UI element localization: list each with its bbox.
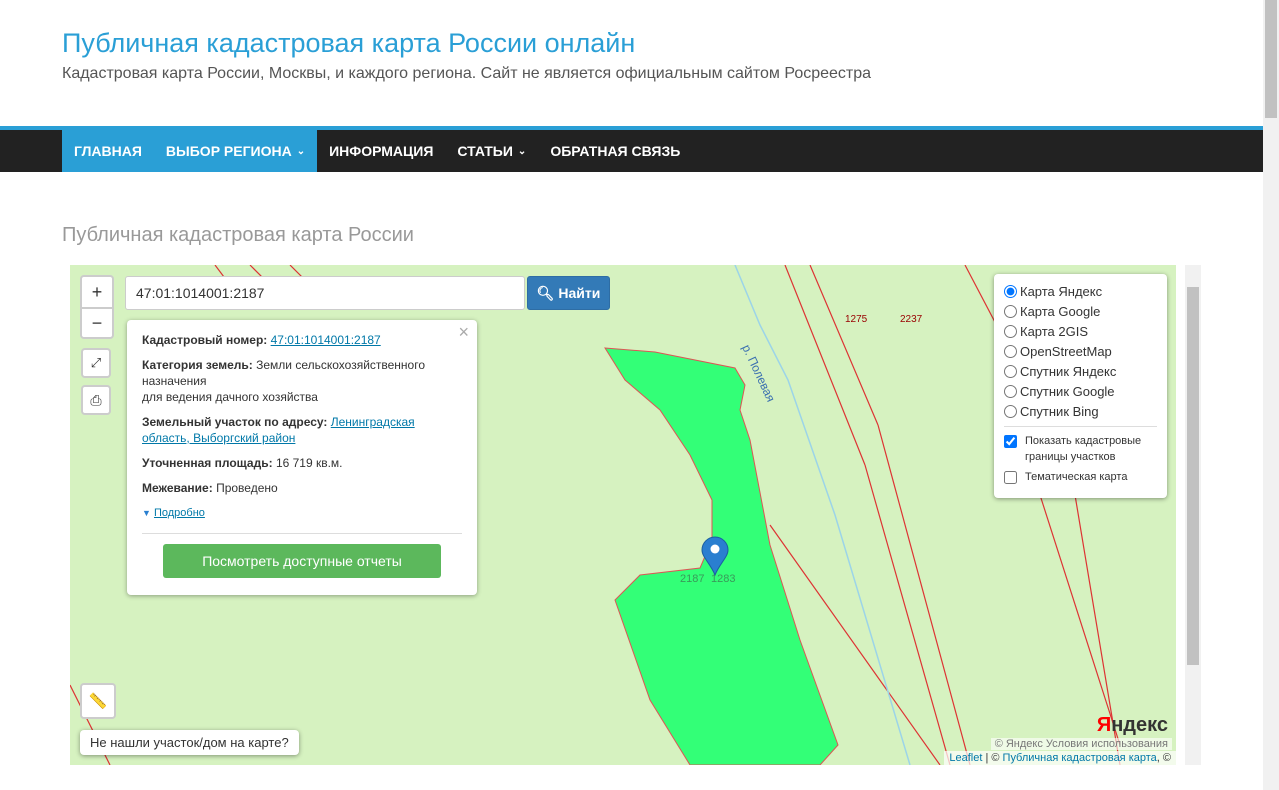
thematic-map-checkbox[interactable]: Тематическая карта — [1004, 469, 1157, 485]
show-boundaries-checkbox[interactable]: Показать кадастровые границы участков — [1004, 433, 1157, 465]
nav-info[interactable]: ИНФОРМАЦИЯ — [317, 130, 445, 172]
map-scrollbar[interactable] — [1185, 265, 1201, 765]
page-scrollbar[interactable] — [1263, 0, 1279, 790]
map-attribution: Leaflet | © Публичная кадастровая карта,… — [944, 751, 1176, 765]
ruler-icon[interactable]: 📏 — [80, 683, 116, 719]
survey-label: Межевание: — [142, 481, 213, 495]
area-label: Уточненная площадь: — [142, 456, 273, 470]
scrollbar-thumb[interactable] — [1187, 287, 1199, 665]
nav-articles-label: СТАТЬИ — [457, 143, 513, 159]
print-icon[interactable]: ⎙ — [81, 385, 111, 415]
attr-sep: | © — [982, 752, 1003, 764]
cad-number-link[interactable]: 47:01:1014001:2187 — [271, 333, 381, 347]
leaflet-link[interactable]: Leaflet — [949, 752, 982, 764]
nav-home[interactable]: ГЛАВНАЯ — [62, 130, 154, 172]
find-label: Найти — [558, 285, 601, 301]
scrollbar-thumb[interactable] — [1265, 0, 1277, 118]
category-label: Категория земель: — [142, 358, 253, 372]
nav-feedback[interactable]: ОБРАТНАЯ СВЯЗЬ — [538, 130, 692, 172]
site-description: Кадастровая карта России, Москвы, и кажд… — [62, 65, 872, 82]
attr-tail: , © — [1156, 752, 1171, 764]
nav-region[interactable]: ВЫБОР РЕГИОНА ⌄ — [153, 130, 318, 172]
parcel-number-label: 2237 — [900, 314, 923, 325]
fullscreen-icon[interactable]: ⤢ — [81, 348, 111, 378]
survey-value: Проведено — [216, 481, 278, 495]
layer-yandex-map[interactable]: Карта Яндекс — [1004, 281, 1157, 301]
chevron-down-icon: ⌄ — [517, 145, 527, 157]
river-label: р. Полевая — [739, 342, 778, 404]
nav-articles[interactable]: СТАТЬИ ⌄ — [445, 130, 538, 172]
layer-yandex-satellite[interactable]: Спутник Яндекс — [1004, 361, 1157, 381]
chevron-down-icon: ⌄ — [296, 145, 306, 157]
nav-region-label: ВЫБОР РЕГИОНА — [165, 143, 292, 159]
view-reports-button[interactable]: Посмотреть доступные отчеты — [163, 544, 441, 578]
page-heading: Публичная кадастровая карта России — [62, 224, 414, 246]
layers-control: Карта Яндекс Карта Google Карта 2GIS Ope… — [994, 274, 1167, 498]
map[interactable]: р. Полевая 1275 2237 2187 1283 + − ⤢ ⎙ 📏… — [70, 265, 1176, 765]
yandex-logo: Яндекс — [1096, 714, 1168, 736]
parcel-number-label: 2187 — [680, 573, 704, 585]
cadastral-search-input[interactable]: 47:01:1014001:2187 — [125, 276, 525, 310]
cad-label: Кадастровый номер: — [142, 333, 268, 347]
not-found-button[interactable]: Не нашли участок/дом на карте? — [80, 730, 299, 755]
use-value: для ведения дачного хозяйства — [142, 390, 318, 404]
more-link[interactable]: Подробно — [154, 507, 205, 519]
find-button[interactable]: 🔍︎ Найти — [527, 276, 610, 310]
yandex-attribution[interactable]: © Яндекс Условия использования — [990, 738, 1172, 750]
close-icon[interactable]: × — [458, 323, 469, 341]
layer-google-satellite[interactable]: Спутник Google — [1004, 381, 1157, 401]
search-icon: 🔍︎ — [536, 284, 555, 301]
zoom-out-button[interactable]: − — [80, 307, 114, 339]
layer-bing-satellite[interactable]: Спутник Bing — [1004, 401, 1157, 421]
main-nav: ГЛАВНАЯ ВЫБОР РЕГИОНА ⌄ ИНФОРМАЦИЯ СТАТЬИ… — [0, 126, 1263, 172]
parcel-number-label: 1275 — [845, 314, 868, 325]
layer-google-map[interactable]: Карта Google — [1004, 301, 1157, 321]
site-title[interactable]: Публичная кадастровая карта России онлай… — [62, 28, 635, 59]
parcel-popup: × Кадастровый номер: 47:01:1014001:2187 … — [127, 320, 477, 595]
area-value: 16 719 кв.м. — [275, 456, 343, 470]
divider — [1004, 426, 1157, 427]
caret-down-icon: ▼ — [142, 508, 151, 518]
layer-2gis-map[interactable]: Карта 2GIS — [1004, 321, 1157, 341]
address-label: Земельный участок по адресу: — [142, 415, 328, 429]
layer-osm[interactable]: OpenStreetMap — [1004, 341, 1157, 361]
zoom-in-button[interactable]: + — [80, 275, 114, 309]
pkk-link[interactable]: Публичная кадастровая карта — [1003, 752, 1157, 764]
